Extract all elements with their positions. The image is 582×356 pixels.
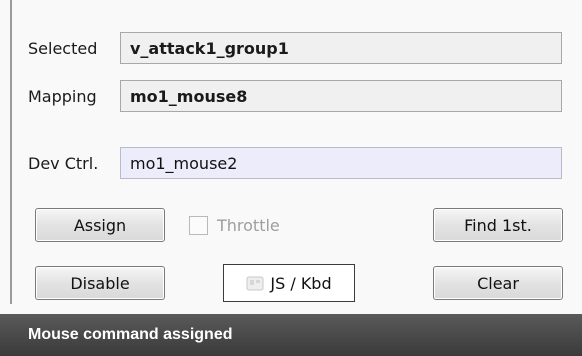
panel-left-border bbox=[10, 0, 12, 304]
joystick-keyboard-icon bbox=[246, 274, 264, 292]
js-kbd-label: JS / Kbd bbox=[270, 273, 332, 293]
selected-row: Selected v_attack1_group1 bbox=[28, 31, 562, 65]
selected-value-field: v_attack1_group1 bbox=[120, 32, 562, 64]
throttle-label: Throttle bbox=[217, 215, 280, 235]
mapping-label: Mapping bbox=[28, 86, 97, 106]
devctrl-input[interactable]: mo1_mouse2 bbox=[120, 147, 562, 179]
throttle-checkbox[interactable] bbox=[189, 215, 208, 235]
disable-button[interactable]: Disable bbox=[35, 266, 165, 300]
selected-label: Selected bbox=[28, 38, 98, 58]
devctrl-label: Dev Ctrl. bbox=[28, 153, 99, 173]
throttle-checkbox-group[interactable]: Throttle bbox=[189, 208, 280, 242]
assign-button[interactable]: Assign bbox=[35, 208, 165, 242]
status-message: Mouse command assigned bbox=[28, 326, 233, 343]
mapping-row: Mapping mo1_mouse8 bbox=[28, 79, 562, 113]
mapping-value-field: mo1_mouse8 bbox=[120, 80, 562, 112]
status-bar: Mouse command assigned bbox=[0, 314, 582, 356]
js-kbd-button[interactable]: JS / Kbd bbox=[223, 264, 355, 302]
clear-button[interactable]: Clear bbox=[433, 266, 563, 300]
find-first-button[interactable]: Find 1st. bbox=[433, 208, 563, 242]
mapping-panel: Selected v_attack1_group1 Mapping mo1_mo… bbox=[0, 0, 582, 356]
devctrl-row: Dev Ctrl. mo1_mouse2 bbox=[28, 146, 562, 180]
